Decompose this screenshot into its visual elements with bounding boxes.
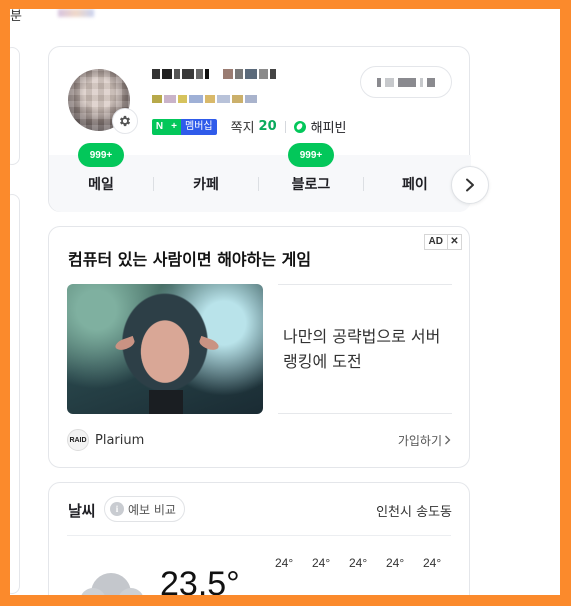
brand-name[interactable]: Plarium — [95, 433, 144, 448]
hourly-forecast: 24° 24° 24° 24° 24° — [275, 556, 460, 570]
hourly-temp: 24° — [423, 556, 442, 570]
profile-settings-button[interactable] — [112, 108, 138, 134]
join-button[interactable]: 가입하기 — [398, 432, 451, 449]
divider — [284, 120, 286, 133]
naver-plus-membership-badge[interactable]: N + 멤버십 — [152, 118, 217, 135]
ad-title[interactable]: 컴퓨터 있는 사람이면 해야하는 게임 — [68, 246, 311, 270]
info-icon: i — [110, 502, 124, 516]
elf-ear — [113, 335, 137, 353]
forecast-compare-label: 예보 비교 — [128, 502, 176, 517]
notes-count[interactable]: 20 — [259, 119, 277, 134]
ad-badge: AD ✕ — [423, 234, 462, 250]
character-body — [149, 390, 183, 414]
services-next-button[interactable] — [451, 166, 489, 204]
ad-divider — [278, 413, 452, 414]
top-strip: 분 — [10, 9, 443, 25]
cloud-icon — [81, 573, 143, 595]
service-cafe-label: 카페 — [193, 176, 219, 193]
mail-unread-badge: 999+ — [78, 143, 124, 167]
chevron-right-icon — [445, 435, 451, 445]
service-shortcuts: 999+ 메일 카페 999+ 블로그 페이 — [49, 143, 489, 212]
close-icon[interactable]: ✕ — [447, 235, 461, 249]
ad-label: AD — [428, 236, 443, 247]
happybean-link[interactable]: 해피빈 — [311, 117, 347, 136]
profile-card: N + 멤버십 쪽지 20 해피빈 999+ 메일 카페 999+ 블로그 페이 — [48, 46, 489, 212]
ad-divider — [278, 284, 452, 285]
current-temperature: 23.5° — [160, 565, 240, 595]
brand-logo[interactable]: RAID — [67, 429, 89, 451]
previous-content-text: 분 — [10, 9, 22, 24]
ad-card[interactable]: AD ✕ 컴퓨터 있는 사람이면 해야하는 게임 나만의 공략법으로 서버랭킹에… — [48, 226, 470, 468]
service-blog-label: 블로그 — [291, 176, 331, 193]
weather-location[interactable]: 인천시 송도동 — [376, 501, 452, 520]
hourly-temp: 24° — [386, 556, 405, 570]
hourly-temp: 24° — [312, 556, 331, 570]
account-action-button-redacted[interactable] — [360, 66, 452, 98]
service-mail-label: 메일 — [88, 176, 114, 193]
hourly-temp: 24° — [349, 556, 368, 570]
hourly-temp: 24° — [275, 556, 294, 570]
forecast-compare-button[interactable]: i 예보 비교 — [104, 496, 185, 522]
service-pay-label: 페이 — [402, 176, 428, 193]
ad-image-elf-character[interactable] — [67, 284, 263, 414]
ad-footer: RAID Plarium 가입하기 — [67, 429, 451, 451]
blurred-header-content — [58, 9, 94, 17]
service-cafe[interactable]: 카페 — [154, 155, 258, 212]
service-blog[interactable]: 999+ 블로그 — [259, 143, 363, 212]
blog-unread-badge: 999+ — [288, 143, 334, 167]
plus-icon: + — [167, 118, 181, 135]
naver-n-icon: N — [152, 118, 167, 135]
weather-title[interactable]: 날씨 — [68, 500, 96, 521]
user-name-redacted — [152, 69, 316, 79]
left-panel-edge — [10, 47, 20, 165]
service-mail[interactable]: 999+ 메일 — [49, 143, 153, 212]
browser-viewport: 분 N + 멤버십 쪽지 20 해피빈 999+ 메일 카페 999+ 블로그 … — [10, 9, 560, 595]
weather-divider — [67, 535, 451, 536]
notes-link[interactable]: 쪽지 — [231, 117, 255, 136]
gear-icon — [119, 115, 131, 127]
membership-label: 멤버십 — [181, 118, 217, 135]
elf-ear — [197, 335, 221, 353]
weather-card: 날씨 i 예보 비교 인천시 송도동 23.5° 24° 24° 24° 24°… — [48, 482, 470, 595]
chevron-right-icon — [466, 178, 474, 192]
profile-badges: N + 멤버십 쪽지 20 해피빈 — [152, 117, 347, 136]
ad-description[interactable]: 나만의 공략법으로 서버랭킹에 도전 — [283, 324, 453, 374]
left-panel-edge-lower — [10, 194, 20, 594]
join-label: 가입하기 — [397, 433, 442, 448]
user-email-redacted — [152, 95, 280, 103]
happybean-icon — [293, 120, 306, 133]
